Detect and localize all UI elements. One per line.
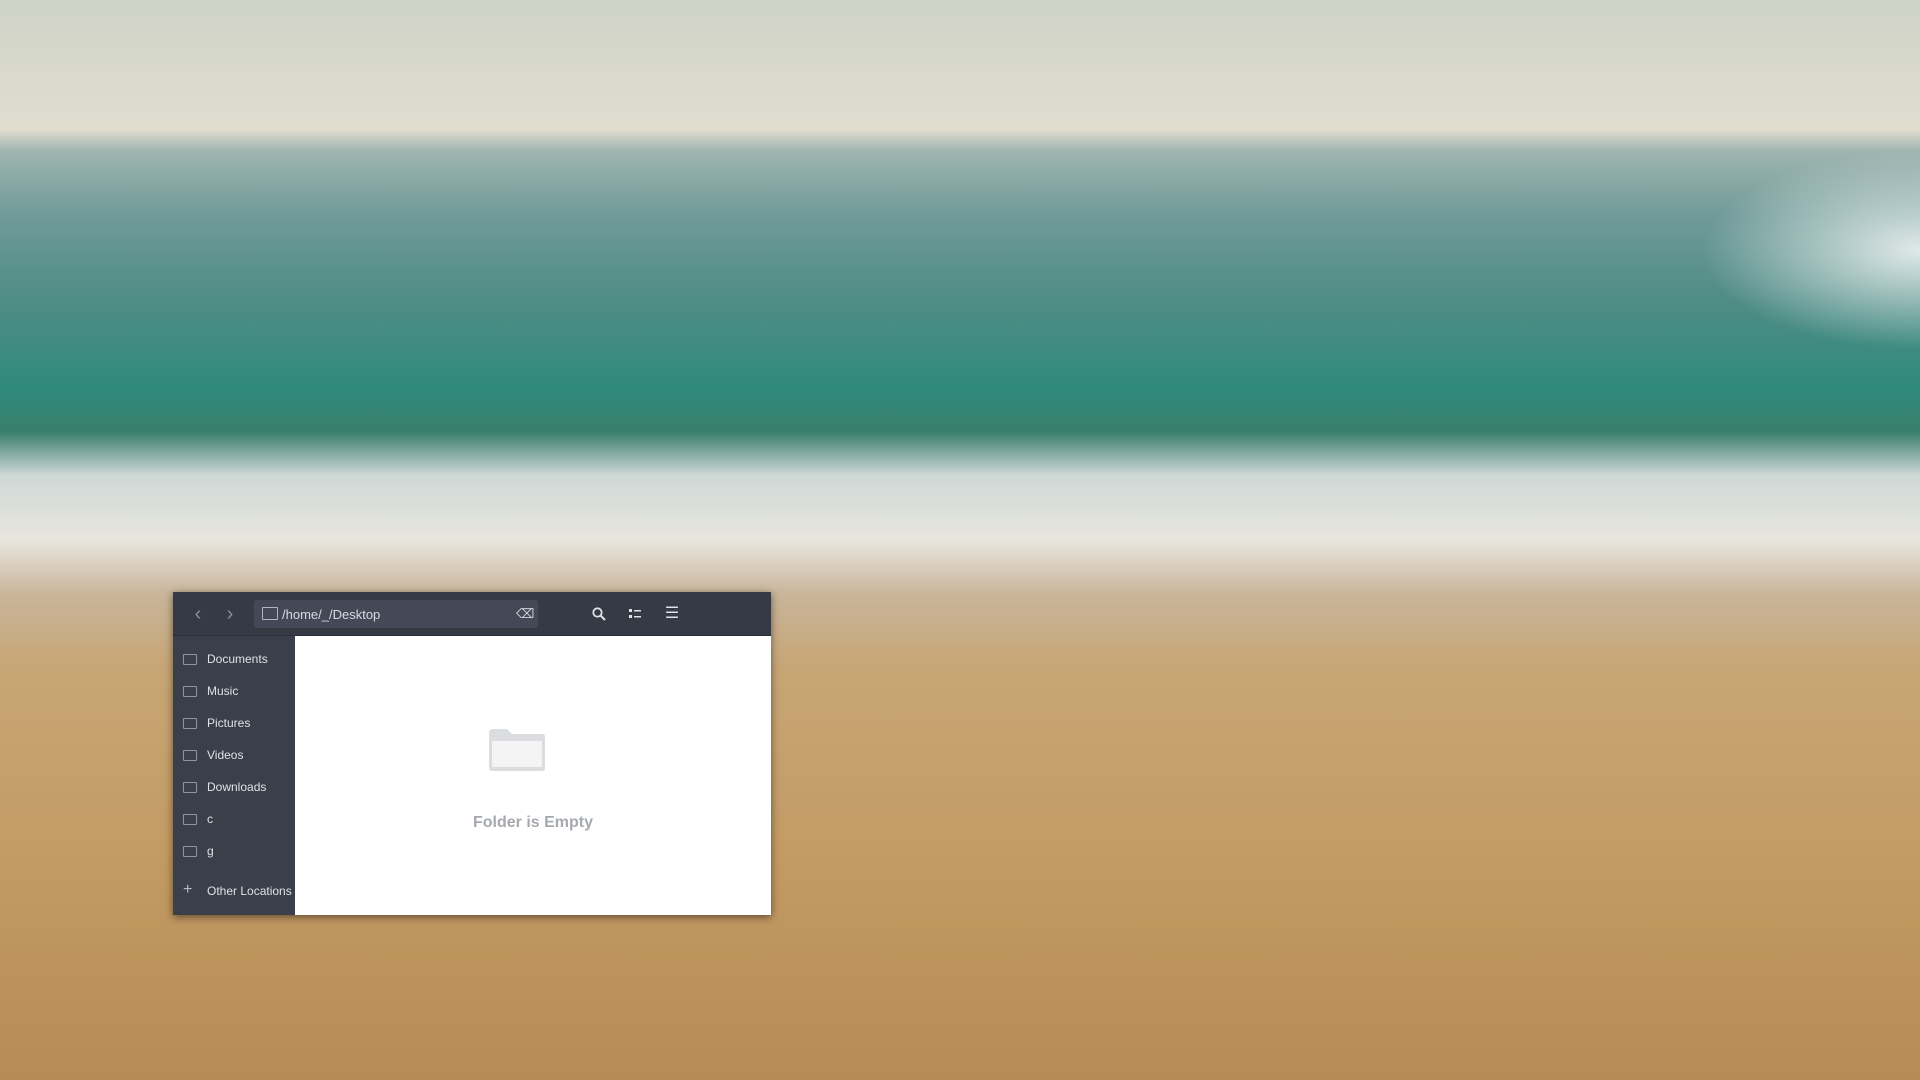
sidebar-item-music[interactable]: Music xyxy=(173,678,295,706)
file-chooser-window: ‹ › /home/_/Desktop ⌫ ☰ public Documents… xyxy=(173,592,771,915)
empty-folder-icon xyxy=(489,729,545,771)
sidebar-item-c[interactable]: c xyxy=(173,806,295,834)
view-toggle-button[interactable] xyxy=(623,602,647,626)
sidebar-item-label: Pictures xyxy=(207,716,251,730)
view-toggle-icon xyxy=(629,609,641,618)
path-text: /home/_/Desktop xyxy=(282,607,381,622)
back-icon: ‹ xyxy=(194,603,202,625)
folder-icon xyxy=(183,718,197,729)
sidebar-item-g[interactable]: g xyxy=(173,838,295,866)
folder-icon xyxy=(183,814,197,825)
plus-icon: + xyxy=(183,881,193,898)
header-bar: ‹ › /home/_/Desktop ⌫ ☰ xyxy=(173,592,771,636)
folder-icon xyxy=(183,846,197,857)
sidebar-item-label: Documents xyxy=(207,652,268,666)
folder-icon xyxy=(183,654,197,665)
sidebar-item-documents[interactable]: Documents xyxy=(173,646,295,674)
clear-icon[interactable]: ⌫ xyxy=(516,606,534,622)
desktop-wallpaper xyxy=(0,0,1920,1080)
forward-button[interactable]: › xyxy=(218,602,242,626)
sidebar-item-downloads[interactable]: Downloads xyxy=(173,774,295,802)
sidebar-item-label: g xyxy=(207,844,214,858)
sun-glare xyxy=(1700,150,1920,350)
forward-icon: › xyxy=(226,603,234,625)
sidebar-item-label: Downloads xyxy=(207,780,267,794)
folder-icon xyxy=(262,607,278,620)
sidebar-item-label: c xyxy=(207,812,213,826)
search-button[interactable] xyxy=(587,602,611,626)
sidebar-item-pictures[interactable]: Pictures xyxy=(173,710,295,738)
folder-icon xyxy=(183,750,197,761)
sidebar-item-label: Videos xyxy=(207,748,244,762)
path-entry[interactable]: /home/_/Desktop ⌫ xyxy=(254,600,538,628)
back-button[interactable]: ‹ xyxy=(186,602,210,626)
folder-icon xyxy=(183,782,197,793)
sidebar-item-label: Other Locations xyxy=(207,884,292,898)
empty-message: Folder is Empty xyxy=(472,814,594,831)
sidebar-item-label: Music xyxy=(207,684,239,698)
search-icon xyxy=(592,607,606,621)
folder-icon xyxy=(183,686,197,697)
menu-button[interactable]: ☰ xyxy=(660,602,684,626)
sidebar-item-public[interactable]: public xyxy=(173,636,295,642)
sidebar-item-videos[interactable]: Videos xyxy=(173,742,295,770)
file-list-area[interactable]: Folder is Empty xyxy=(295,636,771,915)
sidebar-item-other-locations[interactable]: + Other Locations xyxy=(173,878,295,906)
sidebar: public Documents Music Pictures Videos D… xyxy=(173,636,295,915)
menu-icon: ☰ xyxy=(664,605,680,622)
